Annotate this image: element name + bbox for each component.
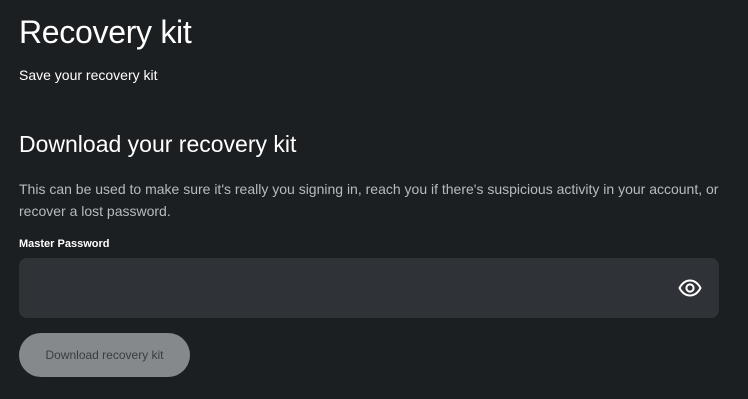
show-password-toggle[interactable] (677, 276, 703, 300)
page-title: Recovery kit (19, 14, 192, 50)
page-subtitle: Save your recovery kit (19, 67, 158, 83)
master-password-label: Master Password (19, 238, 110, 250)
download-recovery-kit-button[interactable]: Download recovery kit (19, 333, 190, 377)
section-title: Download your recovery kit (19, 131, 297, 157)
eye-icon (678, 279, 702, 297)
master-password-input[interactable] (19, 258, 659, 318)
master-password-field (19, 258, 719, 318)
section-description: This can be used to make sure it's reall… (19, 181, 719, 219)
recovery-kit-page: Recovery kit Save your recovery kit Down… (0, 0, 748, 399)
